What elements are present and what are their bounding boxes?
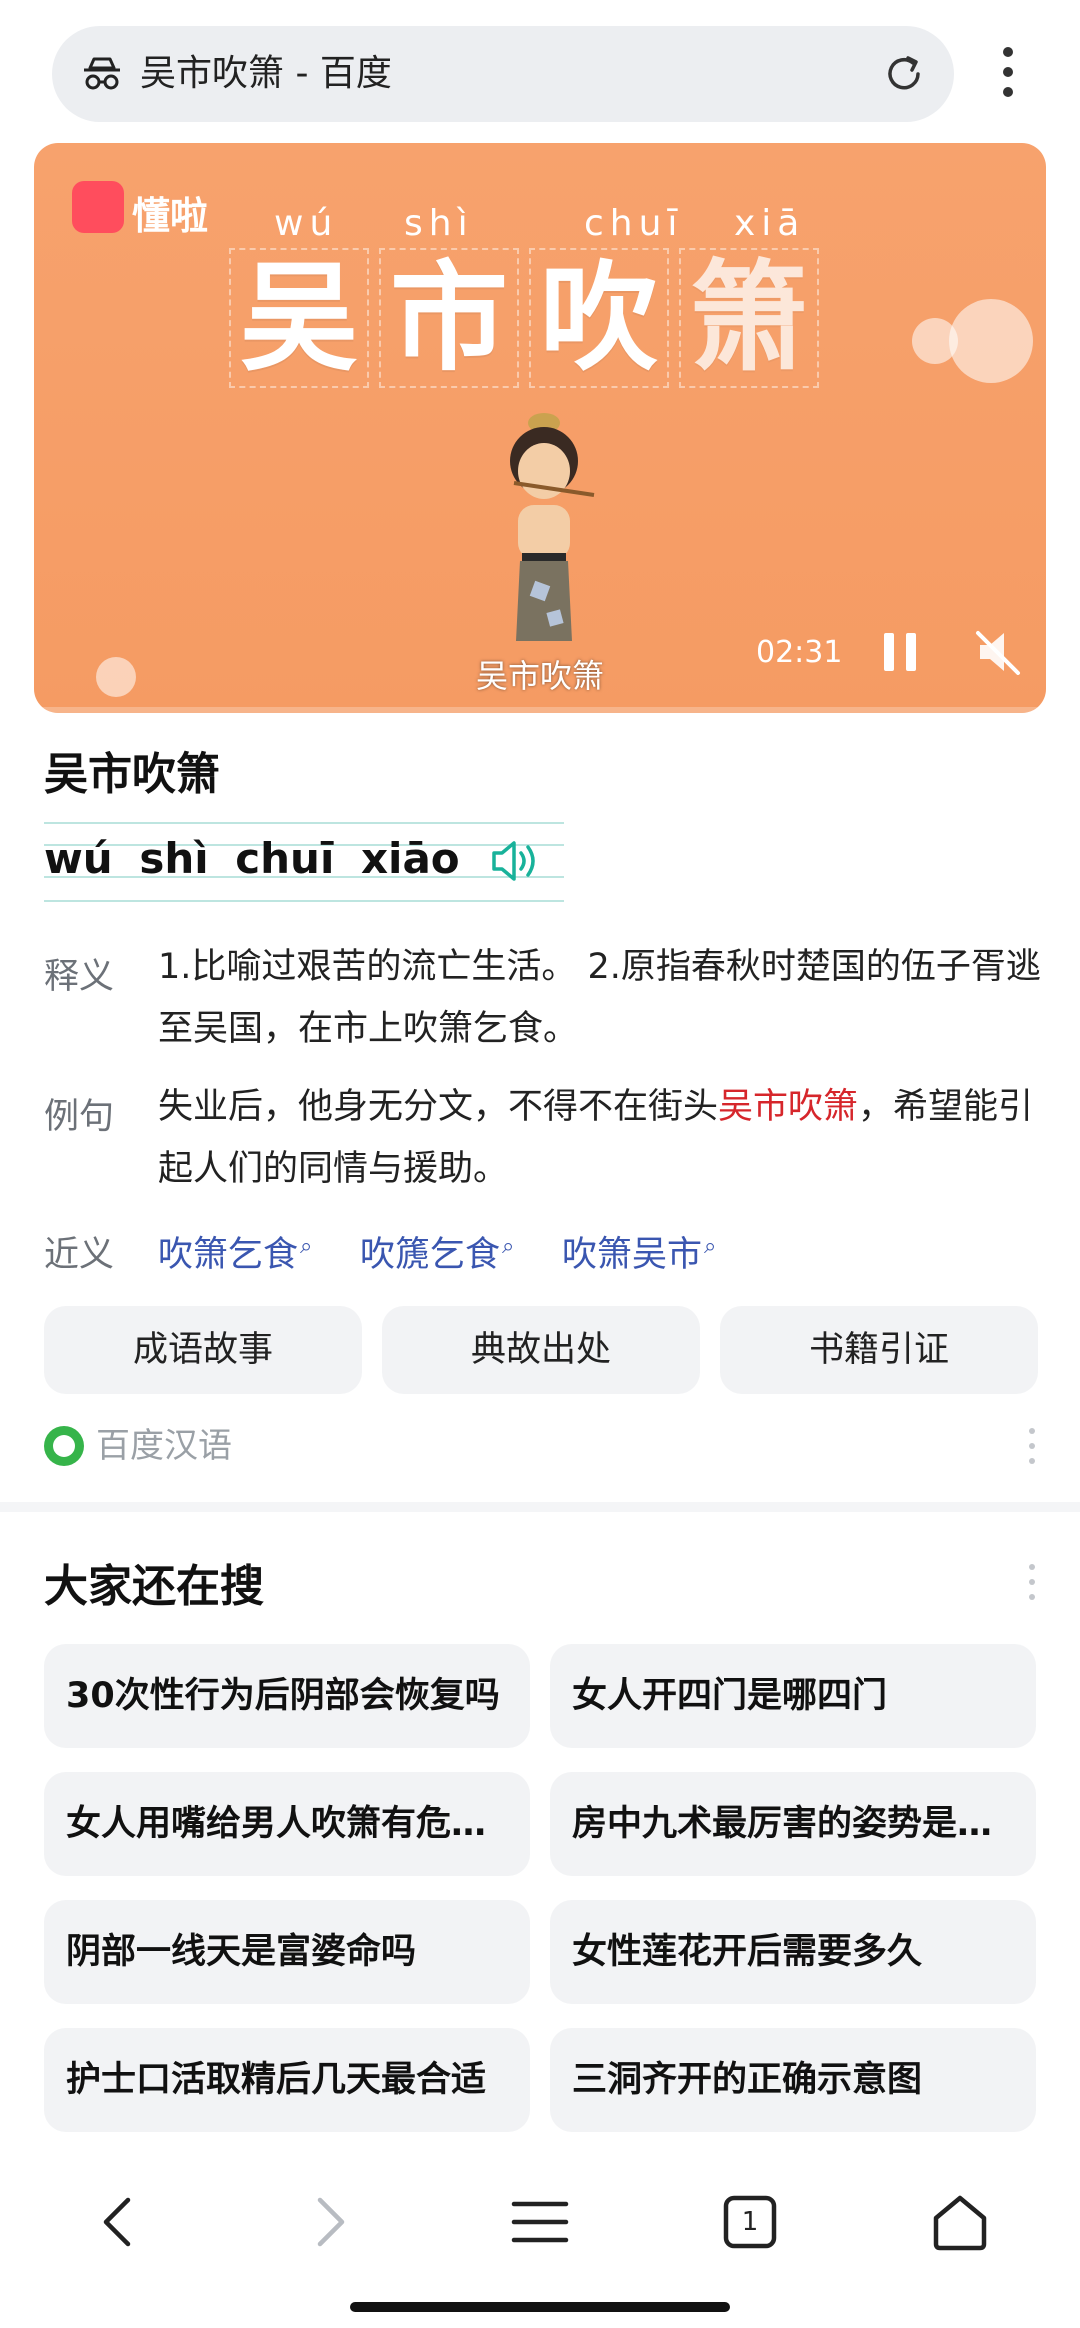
source-row: 百度汉语 — [44, 1424, 1036, 1468]
video-progress[interactable] — [34, 707, 1046, 713]
source-more-icon[interactable] — [1026, 1428, 1036, 1464]
example-label: 例句 — [44, 1097, 115, 1137]
synonym-row: 近义 吹箫乞食⌕ 吹篪乞食⌕ 吹箫吴市⌕ — [44, 1226, 1044, 1276]
video-player[interactable]: 懂啦 wú shì chuī xiā 吴 市 吹 箫 吴市吹箫 02:31 — [34, 143, 1046, 713]
tabs-button[interactable]: 1 — [718, 2190, 782, 2254]
idiom-title: 吴市吹箫 — [44, 749, 220, 800]
bottom-navigation: 1 — [0, 2160, 1080, 2280]
pause-icon[interactable] — [880, 631, 920, 673]
synonym-label: 近义 — [44, 1235, 115, 1275]
cartoon-character — [510, 413, 595, 641]
home-icon[interactable] — [928, 2190, 992, 2254]
address-bar[interactable]: 吴市吹箫 - 百度 — [52, 26, 954, 122]
related-searches-title: 大家还在搜 — [44, 1561, 264, 1612]
source-name[interactable]: 百度汉语 — [96, 1424, 232, 1468]
menu-icon[interactable] — [508, 2190, 572, 2254]
example-row: 例句 失业后，他身无分文，不得不在街头吴市吹箫，希望能引起人们的同情与援助。 — [44, 1087, 1044, 1189]
incognito-icon — [84, 57, 120, 90]
page-title: 吴市吹箫 - 百度 — [140, 53, 392, 94]
brand-logo: 懂啦 — [72, 179, 222, 239]
mute-icon[interactable] — [974, 629, 1022, 675]
related-search-item[interactable]: 房中九术最厉害的姿势是哪个 — [550, 1772, 1036, 1876]
video-time: 02:31 — [756, 635, 843, 670]
more-menu-icon[interactable] — [990, 40, 1026, 104]
search-icon: ⌕ — [300, 1234, 313, 1260]
related-more-icon[interactable] — [1026, 1564, 1036, 1600]
forward-icon[interactable] — [296, 2190, 360, 2254]
reload-icon[interactable] — [882, 52, 926, 96]
synonym-link[interactable]: 吹箫吴市⌕ — [562, 1226, 716, 1277]
video-pinyin: wú shì chuī xiā — [274, 203, 806, 244]
related-search-item[interactable]: 三洞齐开的正确示意图 — [550, 2028, 1036, 2132]
tab-count: 1 — [741, 2207, 759, 2237]
brand-mascot-icon — [72, 181, 124, 233]
tab-book-citation[interactable]: 书籍引证 — [720, 1306, 1038, 1394]
tab-allusion-source[interactable]: 典故出处 — [382, 1306, 700, 1394]
baidu-hanyu-icon — [44, 1426, 84, 1466]
example-highlight: 吴市吹箫 — [718, 1087, 859, 1127]
meaning-text: 1.比喻过艰苦的流亡生活。 2.原指春秋时楚国的伍子胥逃至吴国，在市上吹箫乞食。 — [158, 947, 1041, 1049]
example-text: 失业后，他身无分文，不得不在街头吴市吹箫，希望能引起人们的同情与援助。 — [158, 1087, 1034, 1189]
meaning-row: 释义 1.比喻过艰苦的流亡生活。 2.原指春秋时楚国的伍子胥逃至吴国，在市上吹箫… — [44, 947, 1044, 1049]
related-search-item[interactable]: 女性莲花开后需要多久 — [550, 1900, 1036, 2004]
related-search-item[interactable]: 阴部一线天是富婆命吗 — [44, 1900, 530, 2004]
search-icon: ⌕ — [502, 1234, 515, 1260]
idiom-pinyin: wú shì chuī xiāo — [44, 834, 460, 883]
related-search-item[interactable]: 护士口活取精后几天最合适 — [44, 2028, 530, 2132]
decor-bubble — [96, 657, 136, 697]
browser-toolbar: 吴市吹箫 - 百度 — [0, 0, 1080, 140]
search-icon: ⌕ — [704, 1234, 717, 1260]
video-title-characters: 吴 市 吹 箫 — [229, 248, 829, 408]
meaning-label: 释义 — [44, 957, 115, 997]
idiom-pinyin-box: wú shì chuī xiāo — [44, 820, 564, 902]
back-icon[interactable] — [88, 2190, 152, 2254]
synonym-link[interactable]: 吹篪乞食⌕ — [360, 1226, 514, 1277]
section-divider — [0, 1502, 1080, 1512]
related-search-item[interactable]: 女人开四门是哪四门 — [550, 1644, 1036, 1748]
related-search-item[interactable]: 女人用嘴给男人吹箫有危害吗 — [44, 1772, 530, 1876]
speaker-icon[interactable] — [490, 838, 542, 884]
tab-idiom-story[interactable]: 成语故事 — [44, 1306, 362, 1394]
related-search-item[interactable]: 30次性行为后阴部会恢复吗 — [44, 1644, 530, 1748]
idiom-tabs: 成语故事 典故出处 书籍引证 — [44, 1306, 1038, 1394]
decor-bubble — [949, 299, 1033, 383]
home-indicator[interactable] — [350, 2302, 730, 2312]
synonym-link[interactable]: 吹箫乞食⌕ — [158, 1226, 312, 1277]
